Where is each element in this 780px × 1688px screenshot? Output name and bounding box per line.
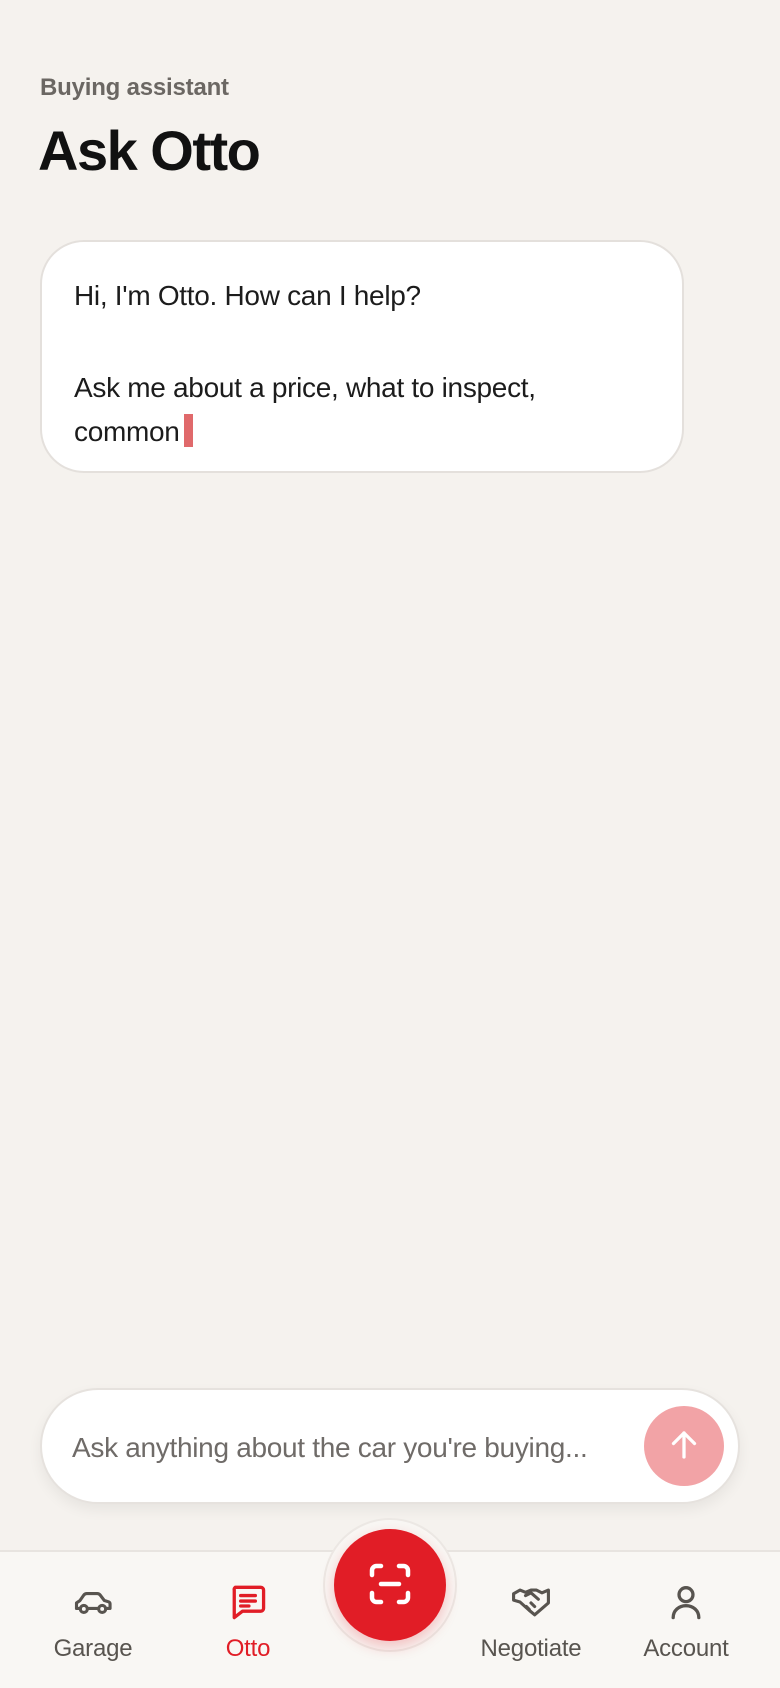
- scan-button[interactable]: [334, 1529, 446, 1641]
- assistant-greeting: Hi, I'm Otto. How can I help?: [74, 280, 421, 311]
- scan-icon: [363, 1557, 417, 1614]
- typing-cursor: [183, 414, 193, 447]
- car-icon: [71, 1580, 115, 1629]
- scan-button-ring: [325, 1520, 455, 1650]
- tab-garage-label: Garage: [53, 1635, 133, 1662]
- assistant-message-line-2: common: [74, 416, 180, 447]
- handshake-icon: [509, 1580, 553, 1629]
- page-eyebrow: Buying assistant: [40, 74, 229, 101]
- tab-garage[interactable]: Garage: [18, 1580, 168, 1663]
- tab-account-label: Account: [643, 1635, 729, 1662]
- tab-negotiate[interactable]: Negotiate: [456, 1580, 606, 1663]
- assistant-message-text: Ask me about a price, what to inspect, c…: [74, 366, 650, 454]
- tab-account[interactable]: Account: [611, 1580, 761, 1663]
- arrow-up-icon: [666, 1427, 702, 1466]
- person-icon: [664, 1580, 708, 1629]
- assistant-message-bubble: Hi, I'm Otto. How can I help? Ask me abo…: [40, 240, 684, 473]
- message-composer: [40, 1388, 740, 1504]
- chat-icon: [226, 1580, 270, 1629]
- tab-otto[interactable]: Otto: [173, 1580, 323, 1663]
- tab-otto-label: Otto: [225, 1635, 271, 1662]
- message-input[interactable]: [72, 1420, 632, 1476]
- ask-otto-screen: Buying assistant Ask Otto Hi, I'm Otto. …: [0, 0, 780, 1688]
- page-title: Ask Otto: [38, 119, 261, 182]
- send-button[interactable]: [644, 1406, 724, 1486]
- assistant-message-line-1: Ask me about a price, what to inspect,: [74, 372, 536, 403]
- tab-negotiate-label: Negotiate: [480, 1635, 582, 1662]
